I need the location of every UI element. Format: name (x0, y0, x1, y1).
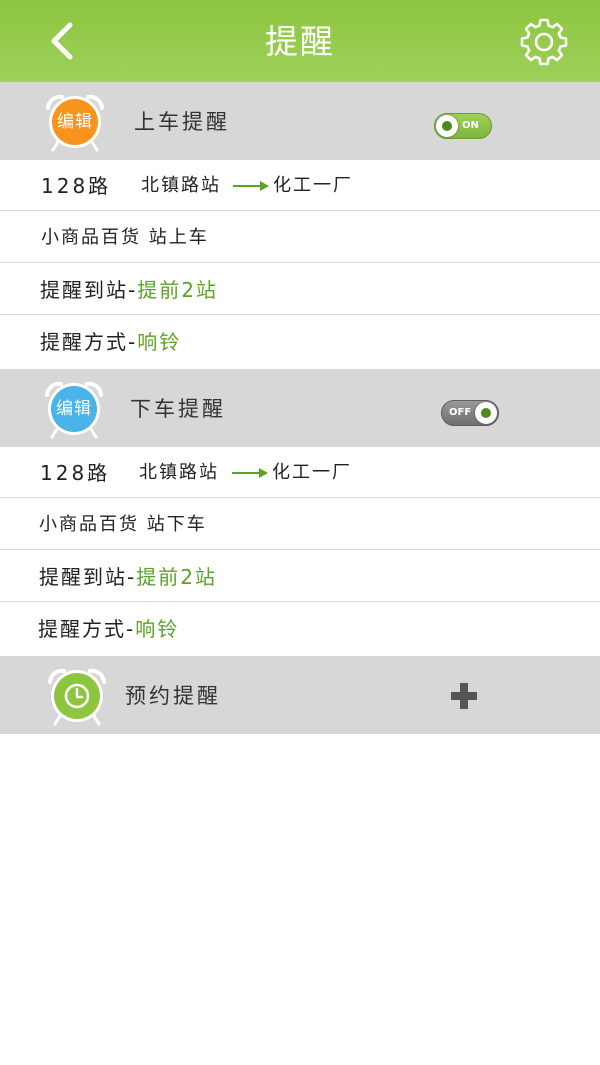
alighting-edit-label: 编辑 (56, 399, 92, 419)
boarding-edit-button[interactable]: 编辑 (42, 92, 108, 154)
toggle-knob (475, 402, 497, 424)
route-number: 128路 (41, 174, 112, 198)
from-station: 北镇路站 (141, 175, 221, 196)
alert-value: 提前2站 (136, 565, 217, 589)
separator: - (128, 330, 138, 354)
to-station: 化工一厂 (273, 175, 353, 196)
boarding-reminder-toggle[interactable]: ON (434, 113, 492, 139)
boarding-mode-row[interactable]: 提醒方式-响铃 (0, 316, 600, 367)
page: 提醒 编辑 上车提醒 ON 128路 北镇路站 化工一厂 小商品百货 站上车 提… (0, 0, 600, 1065)
gear-icon (520, 18, 568, 66)
alighting-route-row[interactable]: 128路 北镇路站 化工一厂 (0, 447, 600, 498)
reservation-clock (44, 666, 110, 728)
settings-button[interactable] (518, 16, 570, 68)
alarm-clock-icon (48, 668, 106, 726)
arrow-right-icon (233, 181, 269, 191)
alert-label: 提醒到站 (39, 565, 127, 589)
boarding-alert-row[interactable]: 提醒到站-提前2站 (0, 264, 600, 315)
alert-mode-setting: 提醒方式-响铃 (38, 603, 179, 654)
header-bar: 提醒 (0, 0, 600, 82)
reservation-reminder-header: 预约提醒 (0, 656, 600, 734)
alighting-reminder-toggle[interactable]: OFF (441, 400, 499, 426)
boarding-edit-label: 编辑 (57, 112, 93, 132)
separator: - (127, 565, 137, 589)
boarding-reminder-title: 上车提醒 (134, 110, 230, 134)
boarding-stop: 小商品百货 站上车 (41, 227, 209, 248)
mode-label: 提醒方式 (38, 617, 126, 641)
alert-station-setting: 提醒到站-提前2站 (40, 264, 218, 315)
boarding-route-row[interactable]: 128路 北镇路站 化工一厂 (0, 160, 600, 211)
page-title: 提醒 (265, 22, 335, 61)
toggle-state-label: OFF (449, 407, 472, 418)
alighting-reminder-title: 下车提醒 (130, 397, 226, 421)
toggle-knob (436, 115, 458, 137)
alighting-stop: 小商品百货 站下车 (39, 514, 207, 535)
route-number: 128路 (40, 461, 111, 485)
alighting-edit-button[interactable]: 编辑 (41, 379, 107, 441)
alighting-stop-row[interactable]: 小商品百货 站下车 (0, 499, 600, 550)
alert-value: 提前2站 (137, 278, 218, 302)
alert-label: 提醒到站 (40, 278, 128, 302)
reservation-reminder-title: 预约提醒 (125, 684, 221, 708)
separator: - (128, 278, 138, 302)
mode-value: 响铃 (135, 617, 180, 641)
boarding-stop-row[interactable]: 小商品百货 站上车 (0, 212, 600, 263)
toggle-state-label: ON (462, 120, 479, 131)
separator: - (126, 617, 136, 641)
from-station: 北镇路站 (139, 462, 219, 483)
arrow-right-icon (232, 468, 268, 478)
to-station: 化工一厂 (272, 462, 352, 483)
plus-icon (451, 683, 477, 709)
mode-label: 提醒方式 (40, 330, 128, 354)
boarding-reminder-header: 编辑 上车提醒 ON (0, 82, 600, 160)
alighting-reminder-header: 编辑 下车提醒 OFF (0, 369, 600, 447)
alighting-alert-row[interactable]: 提醒到站-提前2站 (0, 551, 600, 602)
alert-station-setting: 提醒到站-提前2站 (39, 551, 217, 602)
add-reservation-button[interactable] (450, 682, 478, 710)
mode-value: 响铃 (137, 330, 182, 354)
alert-mode-setting: 提醒方式-响铃 (40, 316, 181, 367)
alighting-mode-row[interactable]: 提醒方式-响铃 (0, 603, 600, 654)
